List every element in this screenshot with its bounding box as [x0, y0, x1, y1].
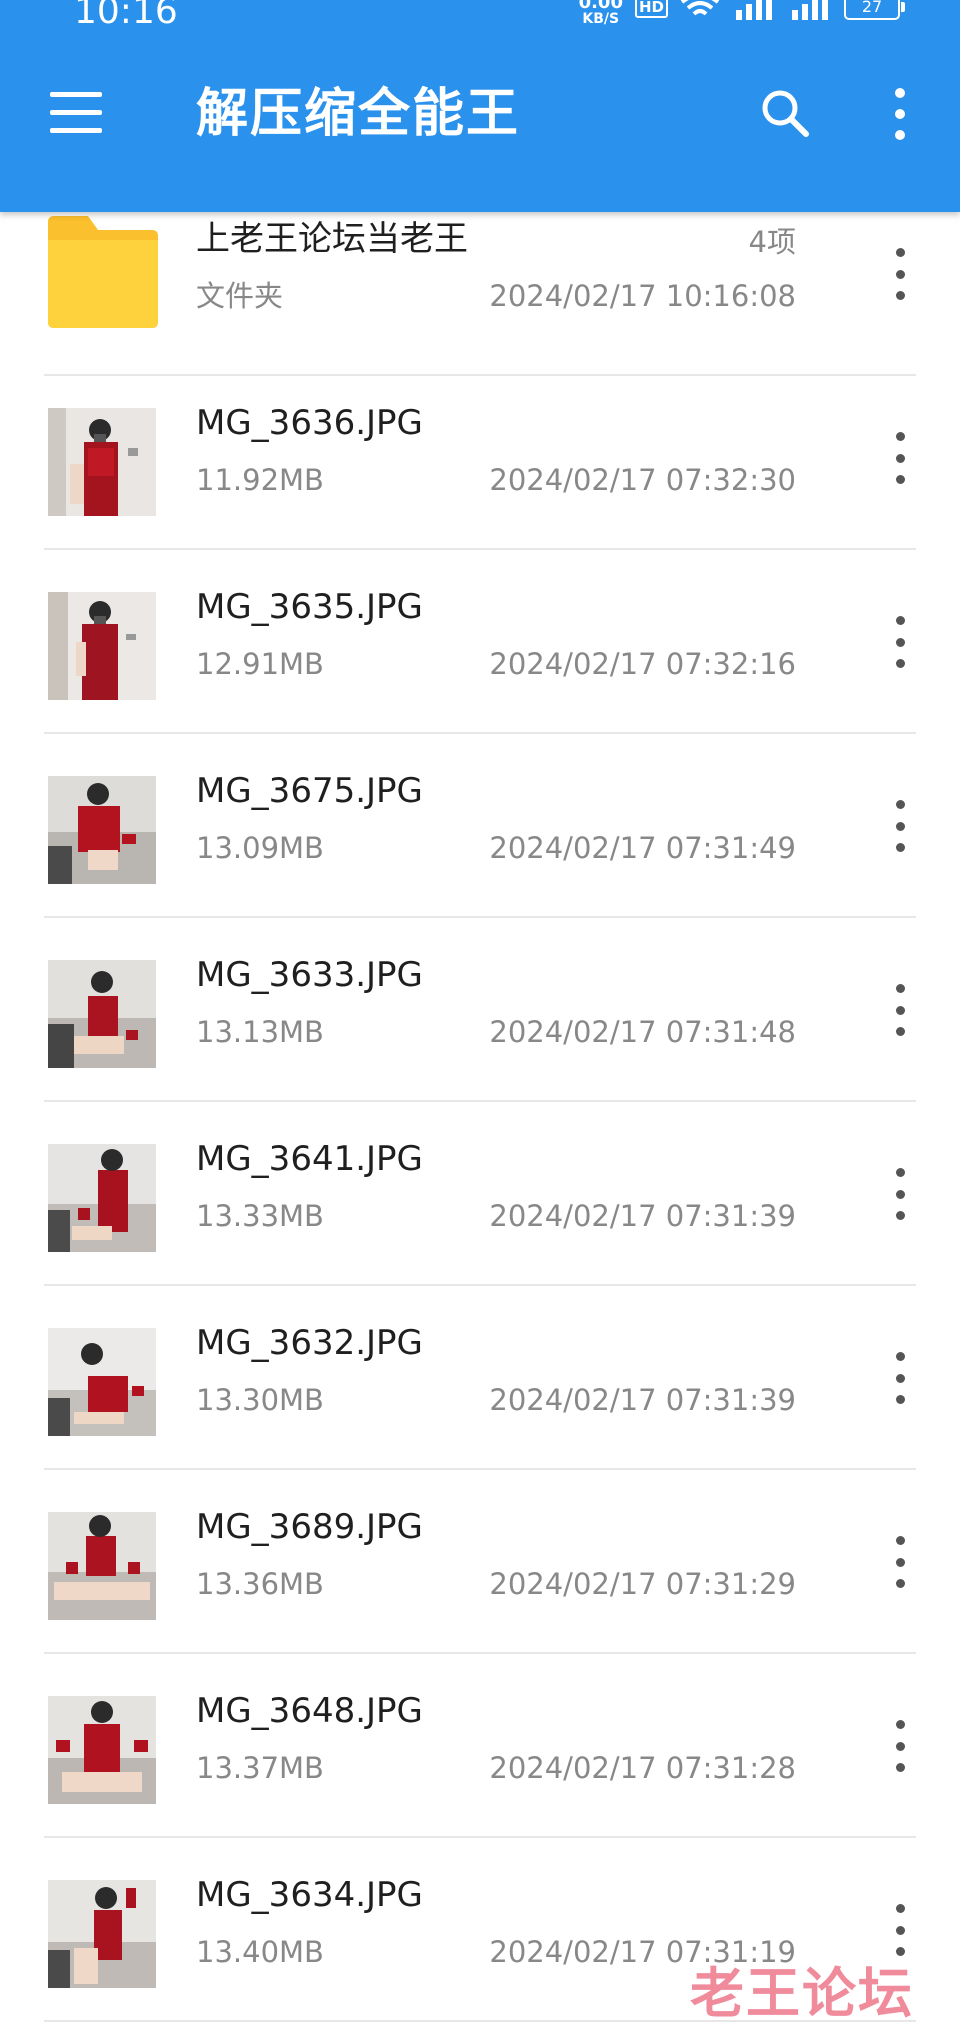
- image-thumbnail: [48, 776, 156, 884]
- net-speed-unit: KB/S: [582, 11, 620, 27]
- image-thumbnail: [48, 1696, 156, 1804]
- image-thumbnail: [48, 1144, 156, 1252]
- image-thumbnail: [48, 1512, 156, 1620]
- row-more-icon[interactable]: [880, 1168, 920, 1220]
- file-row[interactable]: MG_3689.JPG 13.36MB 2024/02/17 07:31:29: [0, 1470, 960, 1654]
- file-row[interactable]: MG_3633.JPG 13.13MB 2024/02/17 07:31:48: [0, 918, 960, 1102]
- file-name: MG_3635.JPG: [196, 587, 423, 627]
- search-icon[interactable]: [760, 88, 810, 138]
- row-more-icon[interactable]: [880, 984, 920, 1036]
- status-icons: 0.00 KB/S HD 27: [579, 0, 905, 26]
- hd-icon: HD: [634, 0, 668, 18]
- file-name: MG_3633.JPG: [196, 955, 423, 995]
- folder-type-label: 文件夹: [196, 279, 284, 313]
- status-time: 10:16: [74, 0, 178, 32]
- file-date: 2024/02/17 07:32:16: [489, 647, 796, 681]
- file-name: MG_3632.JPG: [196, 1323, 423, 1363]
- file-row[interactable]: MG_3648.JPG 13.37MB 2024/02/17 07:31:28: [0, 1654, 960, 1838]
- file-date: 2024/02/17 07:31:39: [489, 1383, 796, 1417]
- file-size: 13.40MB: [196, 1935, 324, 1969]
- file-date: 2024/02/17 07:31:28: [489, 1751, 796, 1785]
- signal-icon: [792, 0, 828, 20]
- file-name: MG_3636.JPG: [196, 403, 423, 443]
- battery-icon: 27: [844, 0, 905, 20]
- file-row[interactable]: MG_3632.JPG 13.30MB 2024/02/17 07:31:39: [0, 1286, 960, 1470]
- file-name: MG_3634.JPG: [196, 1875, 423, 1915]
- folder-row[interactable]: 上老王论坛当老王 4项 文件夹 2024/02/17 10:16:08: [0, 190, 960, 376]
- app-title: 解压缩全能王: [196, 84, 521, 144]
- file-size: 13.13MB: [196, 1015, 324, 1049]
- file-size: 13.33MB: [196, 1199, 324, 1233]
- file-size: 11.92MB: [196, 463, 324, 497]
- row-more-icon[interactable]: [880, 616, 920, 668]
- file-name: MG_3675.JPG: [196, 771, 423, 811]
- row-more-icon[interactable]: [880, 1352, 920, 1404]
- row-more-icon[interactable]: [880, 1904, 920, 1956]
- file-date: 2024/02/17 07:31:39: [489, 1199, 796, 1233]
- folder-icon: [48, 216, 158, 328]
- folder-item-count: 4项: [748, 225, 796, 259]
- wifi-icon: [680, 0, 720, 16]
- file-size: 13.09MB: [196, 831, 324, 865]
- net-speed: 0.00 KB/S: [579, 0, 623, 26]
- file-row[interactable]: MG_3641.JPG 13.33MB 2024/02/17 07:31:39: [0, 1102, 960, 1286]
- folder-date: 2024/02/17 10:16:08: [489, 279, 796, 313]
- signal-icon: [736, 0, 772, 20]
- image-thumbnail: [48, 1880, 156, 1988]
- file-name: MG_3689.JPG: [196, 1507, 423, 1547]
- file-name: MG_3648.JPG: [196, 1691, 423, 1731]
- file-size: 13.37MB: [196, 1751, 324, 1785]
- row-more-icon[interactable]: [880, 248, 920, 300]
- app-bar: 10:16 0.00 KB/S HD 27 解压缩全能王: [0, 0, 960, 212]
- row-more-icon[interactable]: [880, 800, 920, 852]
- image-thumbnail: [48, 592, 156, 700]
- row-more-icon[interactable]: [880, 432, 920, 484]
- file-name: MG_3641.JPG: [196, 1139, 423, 1179]
- file-date: 2024/02/17 07:31:49: [489, 831, 796, 865]
- more-vert-icon[interactable]: [880, 88, 920, 140]
- file-row[interactable]: MG_3675.JPG 13.09MB 2024/02/17 07:31:49: [0, 734, 960, 918]
- row-more-icon[interactable]: [880, 1536, 920, 1588]
- file-date: 2024/02/17 07:32:30: [489, 463, 796, 497]
- file-date: 2024/02/17 07:31:29: [489, 1567, 796, 1601]
- file-size: 13.36MB: [196, 1567, 324, 1601]
- image-thumbnail: [48, 960, 156, 1068]
- hamburger-menu-icon[interactable]: [50, 92, 102, 134]
- watermark-text: 老王论坛: [690, 1962, 914, 2025]
- file-size: 12.91MB: [196, 647, 324, 681]
- file-row[interactable]: MG_3636.JPG 11.92MB 2024/02/17 07:32:30: [0, 366, 960, 550]
- folder-name: 上老王论坛当老王: [196, 219, 468, 259]
- file-size: 13.30MB: [196, 1383, 324, 1417]
- image-thumbnail: [48, 1328, 156, 1436]
- row-more-icon[interactable]: [880, 1720, 920, 1772]
- file-row[interactable]: MG_3635.JPG 12.91MB 2024/02/17 07:32:16: [0, 550, 960, 734]
- image-thumbnail: [48, 408, 156, 516]
- file-date: 2024/02/17 07:31:48: [489, 1015, 796, 1049]
